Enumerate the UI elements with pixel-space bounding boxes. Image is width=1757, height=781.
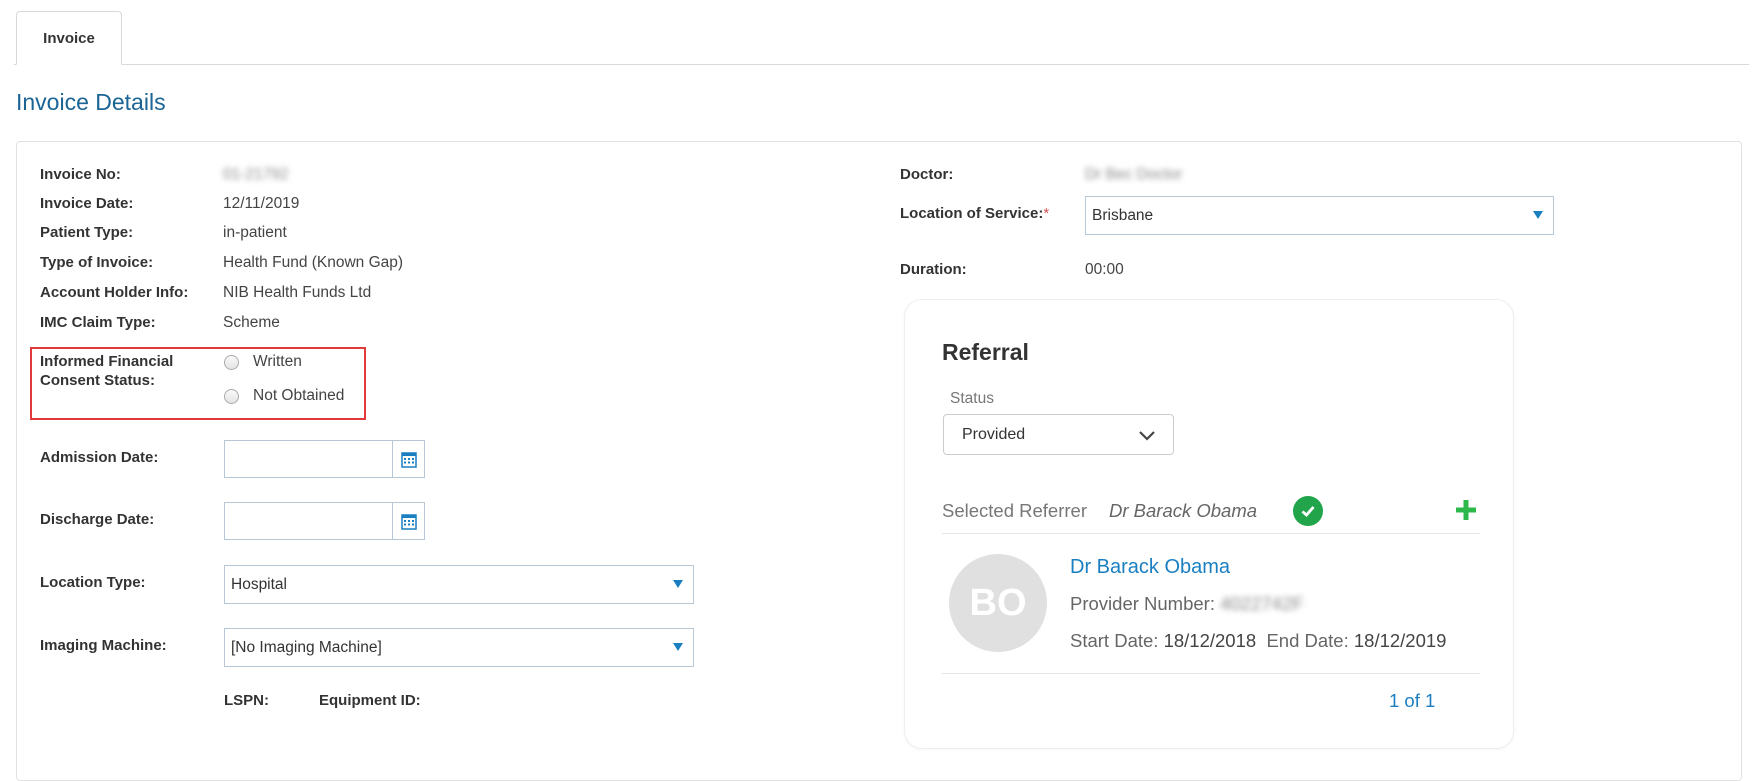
- ifc-status-label: Informed Financial Consent Status:: [40, 352, 173, 390]
- end-date-value: 18/12/2019: [1353, 630, 1447, 651]
- doctor-value: Dr Bec Doctor: [1085, 166, 1183, 183]
- discharge-date-input[interactable]: [224, 502, 392, 540]
- referral-dates-line: Start Date: 18/12/2018 End Date: 18/12/2…: [1070, 630, 1446, 652]
- selected-referrer-label: Selected Referrer: [942, 500, 1087, 521]
- ifc-not-obtained-radio[interactable]: [224, 389, 239, 404]
- page-title: Invoice Details: [16, 89, 166, 115]
- referral-status-label: Status: [950, 390, 994, 407]
- lspn-label: LSPN:: [224, 692, 269, 709]
- invoice-date-value: 12/11/2019: [223, 195, 300, 212]
- ifc-status-label-line2: Consent Status:: [40, 372, 156, 389]
- type-of-invoice-label: Type of Invoice:: [40, 254, 154, 271]
- doctor-label: Doctor:: [900, 166, 954, 183]
- dropdown-caret-icon: [673, 580, 683, 588]
- imc-claim-type-label: IMC Claim Type:: [40, 314, 156, 331]
- dropdown-caret-icon: [1533, 211, 1543, 219]
- required-mark: *: [1043, 205, 1050, 222]
- equipment-id-label: Equipment ID:: [319, 692, 421, 709]
- avatar: BO: [949, 554, 1047, 652]
- ifc-not-obtained-label[interactable]: Not Obtained: [253, 387, 344, 405]
- duration-value: 00:00: [1085, 261, 1124, 278]
- admission-date-input[interactable]: [224, 440, 392, 478]
- ifc-written-radio[interactable]: [224, 355, 239, 370]
- invoice-no-value: 01-21792: [223, 166, 289, 183]
- location-type-value: Hospital: [231, 575, 287, 593]
- selected-referrer-name: Dr Barack Obama: [1109, 500, 1258, 521]
- admission-date-calendar-button[interactable]: [392, 440, 425, 478]
- tab-invoice[interactable]: Invoice: [16, 11, 122, 65]
- referral-status-select[interactable]: Provided: [943, 414, 1174, 455]
- referrer-doctor-name-link[interactable]: Dr Barack Obama: [1070, 556, 1230, 579]
- location-type-label: Location Type:: [40, 574, 146, 591]
- imaging-machine-select[interactable]: [No Imaging Machine]: [224, 628, 694, 667]
- location-of-service-select[interactable]: Brisbane: [1085, 196, 1554, 235]
- imaging-machine-value: [No Imaging Machine]: [231, 638, 382, 656]
- patient-type-label: Patient Type:: [40, 224, 134, 241]
- check-circle-icon: [1293, 496, 1323, 526]
- provider-number-line: Provider Number: 4022742F: [1070, 593, 1303, 615]
- location-type-select[interactable]: Hospital: [224, 565, 694, 604]
- invoice-date-label: Invoice Date:: [40, 195, 134, 212]
- location-of-service-value: Brisbane: [1092, 206, 1154, 224]
- discharge-date-calendar-button[interactable]: [392, 502, 425, 540]
- referral-divider-bottom: [942, 673, 1480, 674]
- provider-number-value: 4022742F: [1220, 593, 1304, 614]
- referral-card: [904, 299, 1514, 749]
- ifc-status-label-line1: Informed Financial: [40, 353, 174, 370]
- referral-pager[interactable]: 1 of 1: [1389, 690, 1435, 712]
- account-holder-label: Account Holder Info:: [40, 284, 189, 301]
- imc-claim-type-value: Scheme: [223, 314, 280, 331]
- patient-type-value: in-patient: [223, 224, 287, 241]
- referral-status-value: Provided: [962, 425, 1026, 443]
- tab-bar-divider: [14, 64, 1749, 65]
- end-date-label: End Date:: [1266, 630, 1349, 651]
- account-holder-value: NIB Health Funds Ltd: [223, 284, 372, 301]
- calendar-icon: [400, 451, 417, 468]
- location-of-service-label: Location of Service:*: [900, 205, 1049, 222]
- start-date-value: 18/12/2018: [1163, 630, 1257, 651]
- calendar-icon: [400, 513, 417, 530]
- dropdown-caret-icon: [673, 643, 683, 651]
- ifc-written-label[interactable]: Written: [253, 353, 302, 371]
- imaging-machine-label: Imaging Machine:: [40, 637, 167, 654]
- admission-date-label: Admission Date:: [40, 449, 159, 466]
- provider-number-label: Provider Number:: [1070, 593, 1215, 614]
- invoice-no-label: Invoice No:: [40, 166, 121, 183]
- location-of-service-label-text: Location of Service:: [900, 205, 1044, 222]
- discharge-date-label: Discharge Date:: [40, 511, 155, 528]
- duration-label: Duration:: [900, 261, 967, 278]
- referral-divider-top: [942, 533, 1480, 534]
- referral-title: Referral: [942, 339, 1029, 365]
- start-date-label: Start Date:: [1070, 630, 1159, 651]
- add-referrer-plus-icon[interactable]: [1454, 498, 1478, 522]
- chevron-down-icon: [1139, 431, 1155, 441]
- type-of-invoice-value: Health Fund (Known Gap): [223, 254, 404, 271]
